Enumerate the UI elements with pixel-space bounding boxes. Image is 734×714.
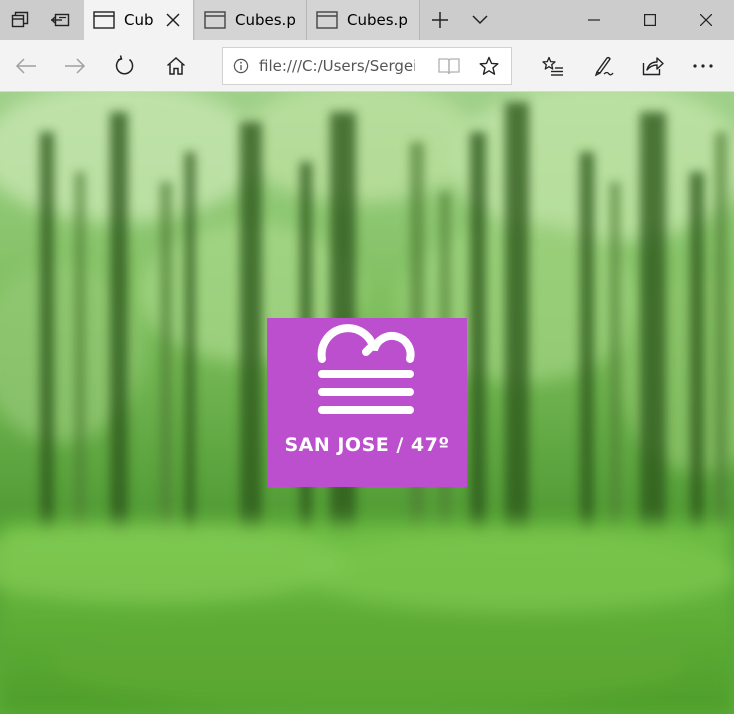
window-close-icon[interactable] bbox=[678, 0, 734, 40]
forward-arrow-icon[interactable] bbox=[55, 46, 95, 86]
tab-actions bbox=[0, 0, 84, 40]
tab-title: Cub bbox=[124, 11, 154, 29]
home-icon[interactable] bbox=[156, 46, 196, 86]
tab-cubes-3[interactable]: Cubes.ps bbox=[307, 0, 420, 40]
back-arrow-icon[interactable] bbox=[6, 46, 46, 86]
star-icon[interactable] bbox=[471, 48, 507, 84]
tab-aside-icon[interactable] bbox=[0, 0, 40, 40]
tab-title: Cubes.ps bbox=[347, 11, 407, 29]
fog-cloud-icon bbox=[317, 324, 415, 414]
weather-label: SAN JOSE / 47º bbox=[284, 434, 450, 456]
page-icon bbox=[92, 8, 116, 32]
favorites-list-icon[interactable] bbox=[528, 46, 578, 86]
minimize-icon[interactable] bbox=[566, 0, 622, 40]
tab-bar: Cub Cubes.ps bbox=[0, 0, 734, 40]
browser-window: Cub Cubes.ps bbox=[0, 0, 734, 714]
more-icon[interactable] bbox=[678, 46, 728, 86]
page-content: SAN JOSE / 47º bbox=[0, 92, 734, 714]
reading-view-icon[interactable] bbox=[431, 48, 467, 84]
url-text[interactable]: file:///C:/Users/Sergei bbox=[259, 57, 415, 75]
page-icon bbox=[315, 8, 339, 32]
page-icon bbox=[203, 8, 227, 32]
tab-title: Cubes.ps bbox=[235, 11, 295, 29]
tab-cubes-active[interactable]: Cub bbox=[84, 0, 194, 40]
tab-back-icon[interactable] bbox=[40, 0, 80, 40]
maximize-icon[interactable] bbox=[622, 0, 678, 40]
chevron-down-icon[interactable] bbox=[460, 0, 500, 40]
address-bar[interactable]: file:///C:/Users/Sergei bbox=[222, 47, 512, 85]
refresh-icon[interactable] bbox=[105, 46, 145, 86]
nav-toolbar: file:///C:/Users/Sergei bbox=[0, 40, 734, 92]
weather-tile[interactable]: SAN JOSE / 47º bbox=[267, 318, 467, 487]
share-icon[interactable] bbox=[628, 46, 678, 86]
window-controls bbox=[566, 0, 734, 40]
tab-cubes-2[interactable]: Cubes.ps bbox=[195, 0, 307, 40]
info-icon[interactable] bbox=[223, 48, 259, 84]
close-icon[interactable] bbox=[163, 10, 183, 30]
pen-icon[interactable] bbox=[578, 46, 628, 86]
right-toolbar bbox=[528, 46, 728, 86]
plus-icon[interactable] bbox=[420, 0, 460, 40]
